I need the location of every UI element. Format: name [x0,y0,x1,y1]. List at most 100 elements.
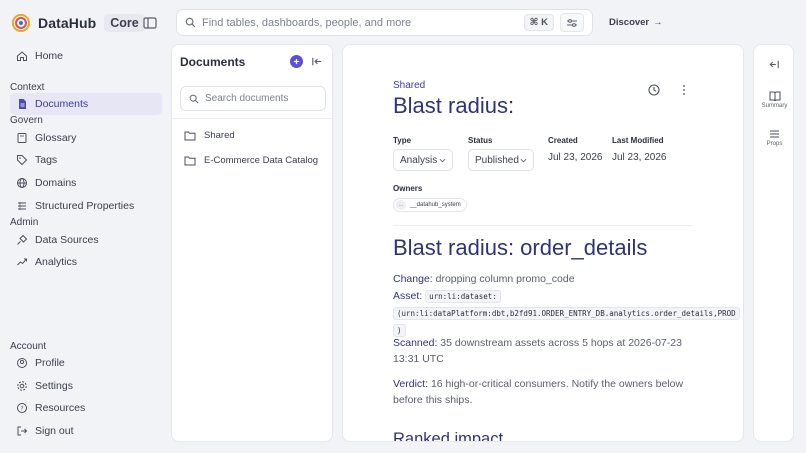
change-label: Change: [393,273,433,285]
status-select[interactable]: Published [468,149,534,171]
sliders-icon [567,18,577,27]
nav-analytics-label: Analytics [35,256,78,268]
documents-search-placeholder: Search documents [205,93,289,104]
document-title[interactable]: Blast radius: [393,93,514,119]
type-label: Type [393,136,412,145]
search-filters-button[interactable] [560,13,584,32]
verdict-label: Verdict: [393,378,429,390]
nav-domains[interactable]: Domains [10,172,162,194]
section-context: Context [10,82,45,93]
book-icon [17,133,27,143]
scanned-paragraph: Scanned: 35 downstream assets across 5 h… [393,336,698,367]
status-value: Published [475,154,519,166]
nav-data-sources[interactable]: Data Sources [10,229,162,251]
rail-props[interactable]: Props [754,129,795,147]
datahub-logo-icon [12,14,30,32]
divider [172,118,332,119]
status-label: Status [468,136,493,145]
nav-home[interactable]: Home [10,45,162,67]
change-text: dropping column promo_code [432,273,575,285]
discover-label: Discover [609,17,650,28]
nav-glossary-label: Glossary [35,132,77,144]
home-icon [17,51,27,61]
owners-label: Owners [393,184,423,193]
section-admin: Admin [10,217,39,228]
verdict-paragraph: Verdict: 16 high-or-critical consumers. … [393,377,698,408]
nav-profile-label: Profile [35,357,65,369]
history-icon[interactable] [647,83,661,97]
folder-item[interactable]: E-Commerce Data Catalog [184,152,318,168]
nav-home-label: Home [35,50,64,62]
folder-icon [184,131,196,140]
section-govern: Govern [10,115,43,126]
list-icon [18,202,26,210]
book-open-icon [769,91,780,101]
created-value: Jul 23, 2026 [548,152,603,163]
list-icon [770,130,779,138]
nav-structured-properties[interactable]: Structured Properties [10,195,162,217]
more-vertical-icon[interactable] [679,83,689,97]
brand[interactable]: DataHub Core [12,12,145,34]
nav-sign-out[interactable]: Sign out [10,420,162,442]
nav-settings[interactable]: Settings [10,375,162,397]
plug-icon [17,234,28,245]
right-rail: Summary Props [753,44,794,442]
nav-settings-label: Settings [35,380,73,392]
folder-item[interactable]: Shared [184,127,235,143]
chevron-down-icon [439,158,446,162]
collapse-right-icon[interactable] [768,58,781,71]
scanned-text: 35 downstream assets across 5 hops at 20… [393,337,682,365]
nav-documents-label: Documents [35,98,89,110]
trend-icon [17,258,27,266]
avatar: ... [396,200,406,210]
collapse-panel-icon[interactable] [310,55,323,68]
nav-resources-label: Resources [35,402,86,414]
search-input[interactable]: Find tables, dashboards, people, and mor… [202,17,524,29]
sidebar-toggle-icon[interactable] [142,15,158,31]
asset-paragraph: Asset: urn:li:dataset: (urn:li:dataPlatf… [393,288,740,339]
rail-summary-label: Summary [761,103,788,109]
nav-documents[interactable]: Documents [10,93,162,115]
plus-icon [293,58,300,65]
documents-panel: Documents Search documents Shared E-Comm… [171,44,333,442]
document-view: Shared Blast radius: Type Analysis Statu… [342,44,744,442]
add-document-button[interactable] [290,55,303,68]
chevron-down-icon [520,158,527,162]
verdict-text: 16 high-or-critical consumers. Notify th… [393,378,684,406]
nav-sign-out-label: Sign out [35,425,74,437]
logout-icon [17,426,28,436]
nav-tags-label: Tags [35,154,58,166]
documents-panel-title: Documents [180,55,246,69]
divider [393,225,693,226]
change-paragraph: Change: dropping column promo_code [393,272,698,288]
svg-text:?: ? [20,405,23,412]
document-icon [19,99,26,109]
nav-analytics[interactable]: Analytics [10,251,162,273]
rail-summary[interactable]: Summary [754,91,795,109]
owner-chip[interactable]: ... __datahub_system [393,198,467,212]
app-name: DataHub [38,15,97,31]
nav-tags[interactable]: Tags [10,149,162,171]
nav-resources[interactable]: ? Resources [10,397,162,419]
scanned-label: Scanned: [393,337,438,349]
documents-search-input[interactable]: Search documents [180,86,326,111]
search-icon [185,17,196,28]
asset-code: (urn:li:dataPlatform:dbt,b2fd91.ORDER_EN… [393,307,740,320]
nav-data-sources-label: Data Sources [35,234,99,246]
modified-value: Jul 23, 2026 [612,152,667,163]
type-select[interactable]: Analysis [393,149,453,171]
discover-link[interactable]: Discover → [609,17,663,28]
modified-label: Last Modified [612,136,664,145]
edition-badge: Core [104,14,145,32]
nav-profile[interactable]: Profile [10,352,162,374]
breadcrumb[interactable]: Shared [393,80,425,91]
section-heading: Ranked impact [393,430,504,442]
folder-icon [184,156,196,165]
nav-glossary[interactable]: Glossary [10,127,162,149]
content-heading: Blast radius: order_details [393,235,648,260]
nav-domains-label: Domains [35,177,77,189]
nav-structured-properties-label: Structured Properties [35,200,135,212]
global-search-bar[interactable]: Find tables, dashboards, people, and mor… [176,9,593,36]
owner-name: __datahub_system [410,202,461,208]
gear-icon [17,381,27,391]
